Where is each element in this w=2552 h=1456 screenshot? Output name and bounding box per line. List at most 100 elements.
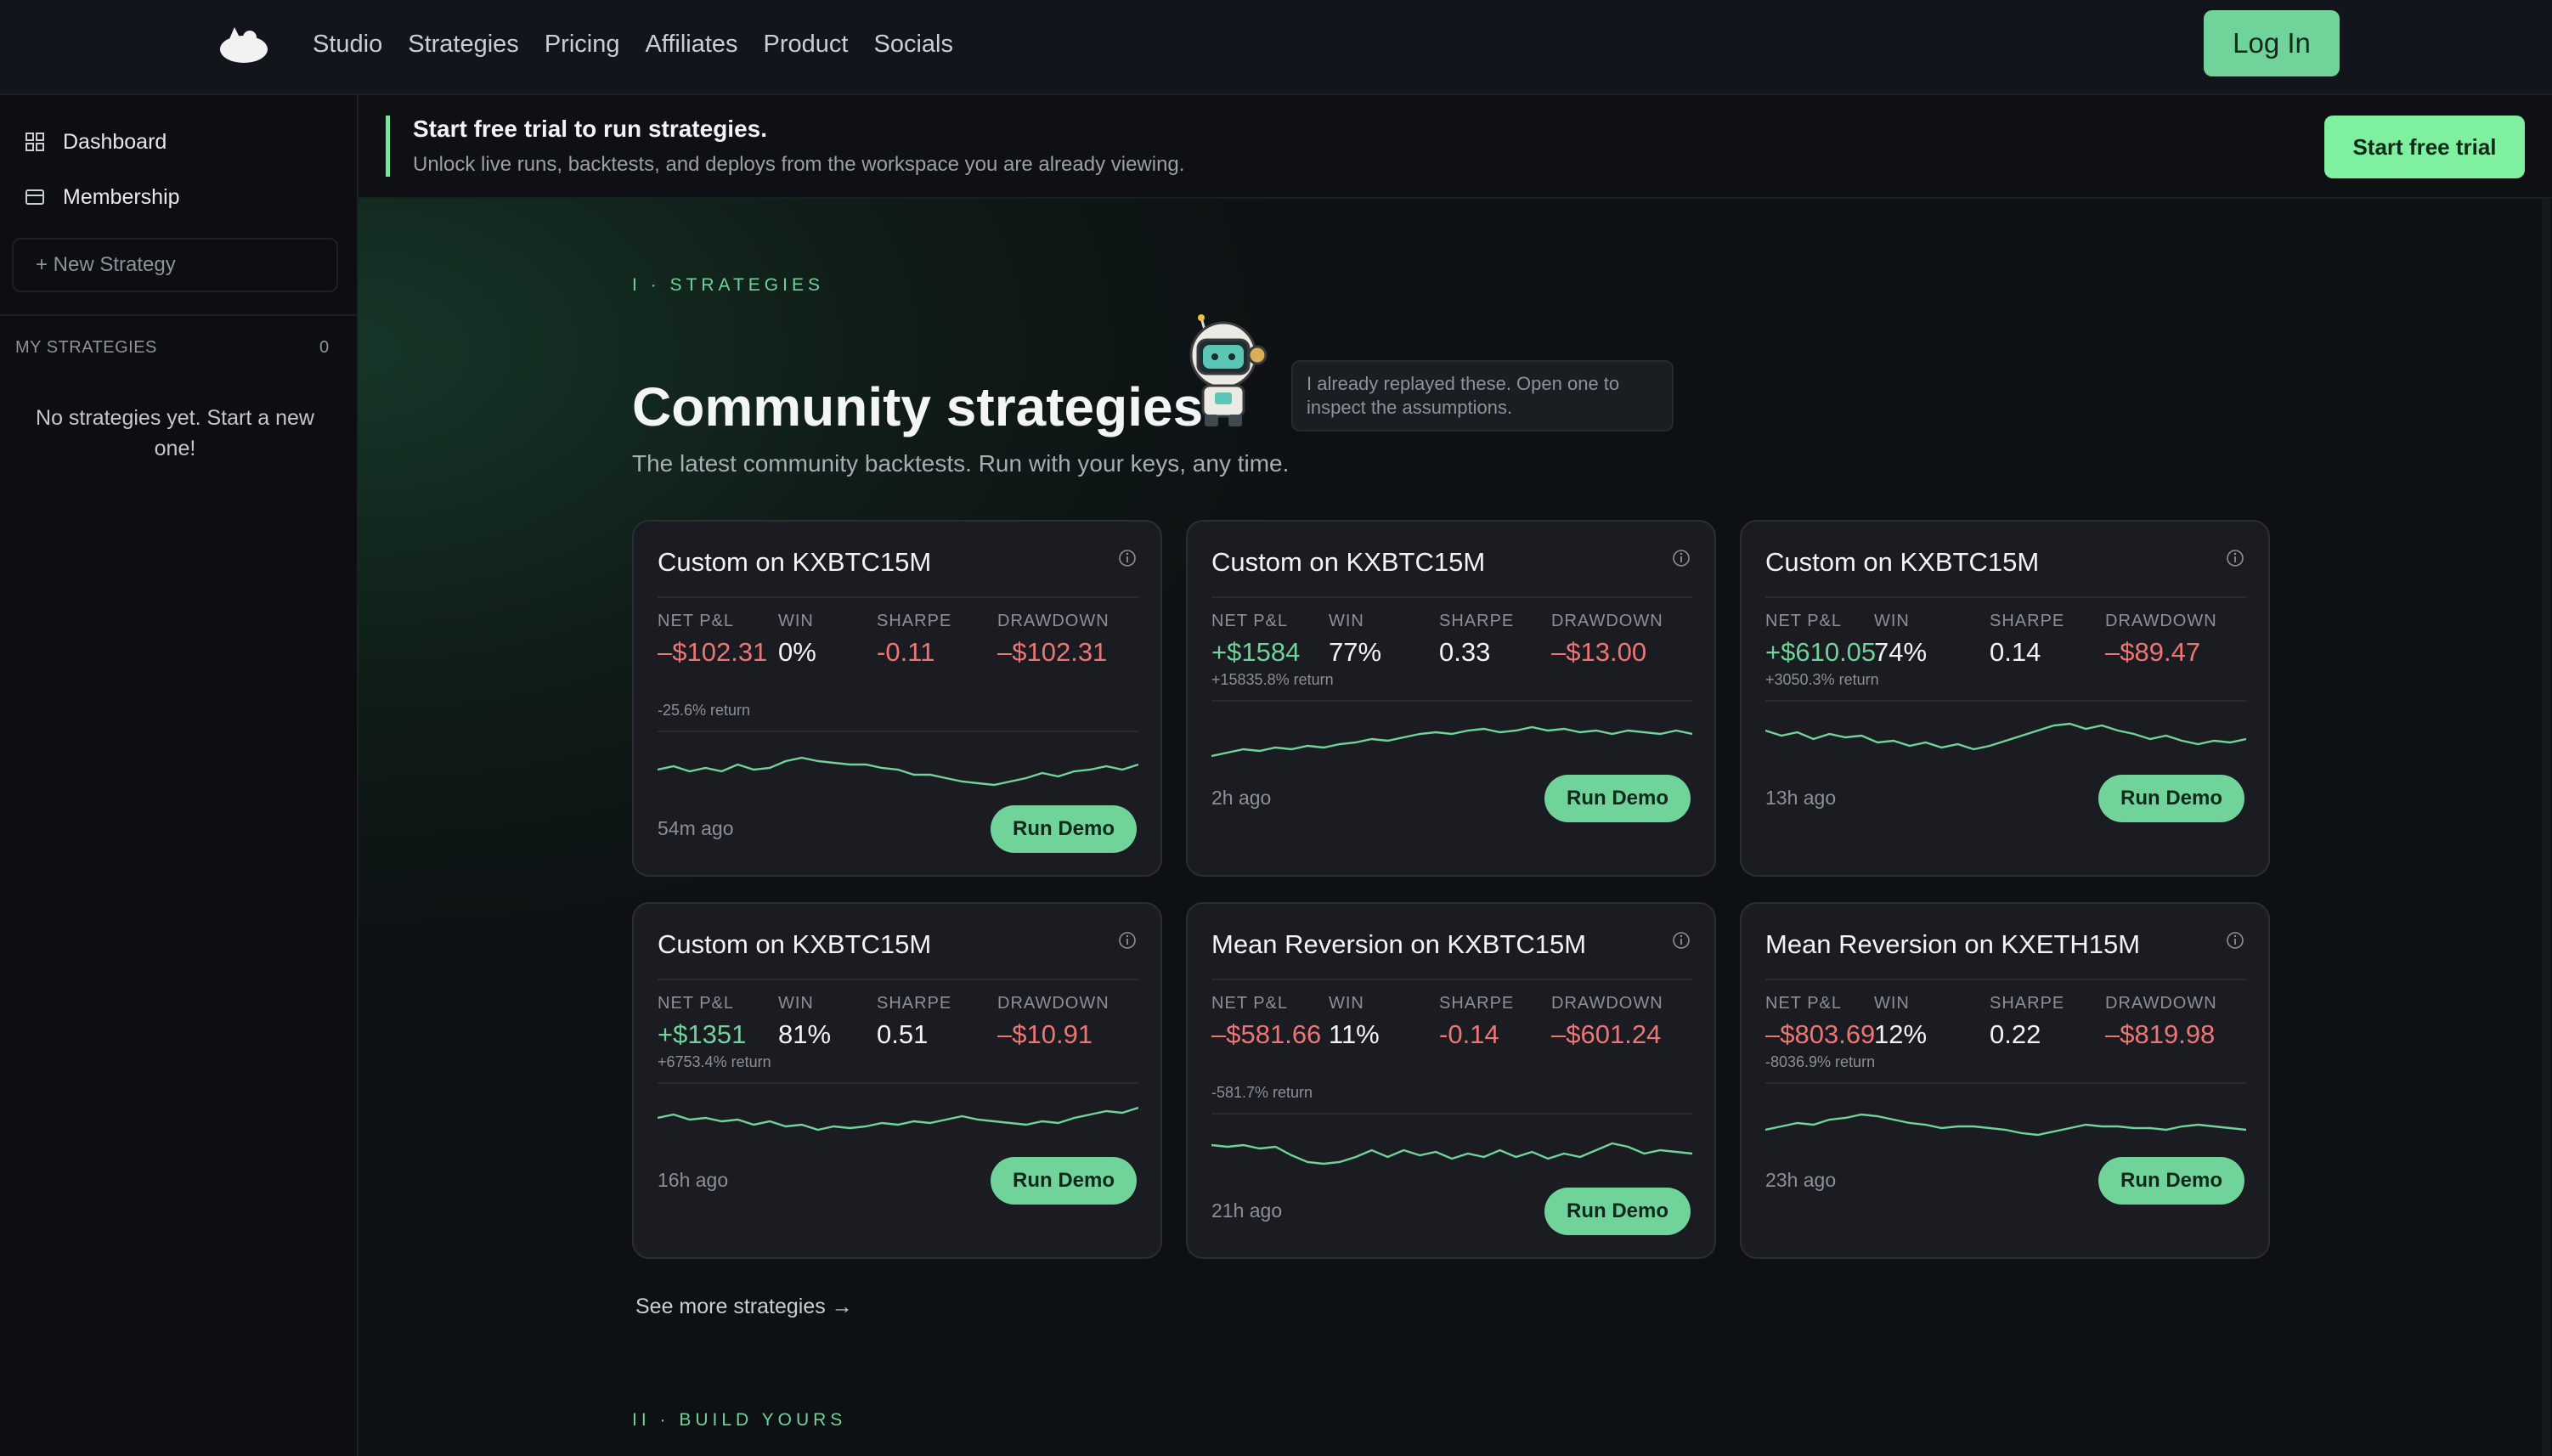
sharpe-label: SHARPE bbox=[1439, 994, 1515, 1013]
card-divider bbox=[1765, 596, 2246, 598]
card-icon bbox=[25, 189, 44, 205]
sharpe-value: -0.11 bbox=[877, 637, 935, 667]
sparkline-path bbox=[658, 1106, 1138, 1132]
sharpe-label: SHARPE bbox=[877, 612, 952, 630]
card-divider bbox=[1765, 700, 2246, 702]
nav-studio[interactable]: Studio bbox=[313, 31, 382, 59]
astronaut-mascot-icon bbox=[1189, 314, 1268, 426]
see-more-strategies-link[interactable]: See more strategies → bbox=[635, 1295, 853, 1319]
return-percent: -25.6% return bbox=[658, 702, 751, 719]
win-label: WIN bbox=[1874, 994, 1910, 1013]
drawdown-value: –$10.91 bbox=[997, 1019, 1093, 1049]
info-icon[interactable] bbox=[1118, 549, 1137, 567]
start-free-trial-button[interactable]: Start free trial bbox=[2324, 116, 2525, 178]
win-value: 11% bbox=[1329, 1019, 1380, 1049]
strategy-card[interactable]: Custom on KXBTC15M NET P&L WIN SHARPE DR… bbox=[1740, 520, 2270, 877]
card-divider bbox=[1765, 1082, 2246, 1084]
return-percent: -8036.9% return bbox=[1765, 1053, 1876, 1070]
new-strategy-button[interactable]: + New Strategy bbox=[12, 238, 338, 292]
strategy-card[interactable]: Custom on KXBTC15M NET P&L WIN SHARPE DR… bbox=[632, 520, 1162, 877]
run-demo-button[interactable]: Run Demo bbox=[991, 1157, 1137, 1205]
drawdown-value: –$819.98 bbox=[2105, 1019, 2216, 1049]
logo-icon[interactable] bbox=[217, 22, 270, 65]
pnl-label: NET P&L bbox=[1765, 994, 1842, 1013]
win-label: WIN bbox=[778, 612, 814, 630]
run-demo-button[interactable]: Run Demo bbox=[2098, 775, 2244, 822]
sidebar-item-label: Membership bbox=[63, 184, 180, 209]
sharpe-value: 0.33 bbox=[1439, 637, 1491, 667]
my-strategies-count: 0 bbox=[319, 338, 330, 357]
sidebar-item-label: Dashboard bbox=[63, 129, 167, 154]
drawdown-value: –$89.47 bbox=[2105, 637, 2201, 667]
run-demo-button[interactable]: Run Demo bbox=[1544, 775, 1691, 822]
timestamp: 21h ago bbox=[1211, 1199, 1283, 1222]
pnl-label: NET P&L bbox=[1765, 612, 1842, 630]
strategy-card[interactable]: Custom on KXBTC15M NET P&L WIN SHARPE DR… bbox=[1186, 520, 1716, 877]
info-icon[interactable] bbox=[1672, 931, 1691, 950]
main-content: Start free trial to run strategies. Unlo… bbox=[359, 95, 2552, 1456]
card-title: Custom on KXBTC15M bbox=[658, 929, 932, 959]
nav-pricing[interactable]: Pricing bbox=[545, 31, 620, 59]
timestamp: 54m ago bbox=[658, 817, 734, 839]
sharpe-label: SHARPE bbox=[1439, 612, 1515, 630]
my-strategies-label: MY STRATEGIES bbox=[15, 338, 157, 357]
info-icon[interactable] bbox=[2226, 931, 2244, 950]
card-title: Custom on KXBTC15M bbox=[658, 547, 932, 577]
sidebar-item-membership[interactable]: Membership bbox=[25, 176, 180, 218]
info-icon[interactable] bbox=[1118, 931, 1137, 950]
sparkline-path bbox=[1765, 1113, 2246, 1137]
nav-product[interactable]: Product bbox=[764, 31, 849, 59]
sidebar-item-dashboard[interactable]: Dashboard bbox=[25, 121, 167, 163]
win-label: WIN bbox=[1329, 994, 1364, 1013]
section-label-build-yours: II · BUILD YOURS bbox=[632, 1410, 847, 1430]
sharpe-label: SHARPE bbox=[1990, 612, 2065, 630]
drawdown-value: –$102.31 bbox=[997, 637, 1108, 667]
page-subtitle: The latest community backtests. Run with… bbox=[632, 450, 1290, 477]
win-value: 0% bbox=[778, 637, 816, 667]
trial-banner: Start free trial to run strategies. Unlo… bbox=[359, 95, 2552, 199]
pnl-label: NET P&L bbox=[658, 994, 734, 1013]
win-value: 77% bbox=[1329, 637, 1382, 667]
win-value: 74% bbox=[1874, 637, 1928, 667]
nav-affiliates[interactable]: Affiliates bbox=[645, 31, 737, 59]
nav-strategies[interactable]: Strategies bbox=[408, 31, 519, 59]
banner-subtitle: Unlock live runs, backtests, and deploys… bbox=[413, 153, 1185, 176]
strategy-card[interactable]: Custom on KXBTC15M NET P&L WIN SHARPE DR… bbox=[632, 902, 1162, 1259]
pnl-label: NET P&L bbox=[658, 612, 734, 630]
drawdown-value: –$601.24 bbox=[1551, 1019, 1662, 1049]
sidebar: Dashboard Membership + New Strategy MY S… bbox=[0, 95, 359, 1456]
info-icon[interactable] bbox=[1672, 549, 1691, 567]
top-nav: Studio Strategies Pricing Affiliates Pro… bbox=[0, 0, 2552, 95]
run-demo-button[interactable]: Run Demo bbox=[991, 805, 1137, 853]
grid-icon bbox=[25, 133, 44, 151]
pnl-value: +$1584 bbox=[1211, 637, 1301, 667]
banner-title: Start free trial to run strategies. bbox=[413, 116, 768, 142]
run-demo-button[interactable]: Run Demo bbox=[2098, 1157, 2244, 1205]
strategy-card[interactable]: Mean Reversion on KXBTC15M NET P&L WIN S… bbox=[1186, 902, 1716, 1259]
card-divider bbox=[1211, 700, 1692, 702]
timestamp: 23h ago bbox=[1765, 1169, 1837, 1191]
sparkline-chart bbox=[1765, 722, 2246, 751]
strategy-card[interactable]: Mean Reversion on KXETH15M NET P&L WIN S… bbox=[1740, 902, 2270, 1259]
timestamp: 2h ago bbox=[1211, 787, 1272, 809]
run-demo-button[interactable]: Run Demo bbox=[1544, 1188, 1691, 1235]
sparkline-chart bbox=[658, 756, 1138, 787]
win-label: WIN bbox=[1874, 612, 1910, 630]
return-percent: +3050.3% return bbox=[1765, 671, 1879, 688]
card-title: Mean Reversion on KXETH15M bbox=[1765, 929, 2141, 959]
scrollbar[interactable] bbox=[2542, 199, 2550, 1456]
card-divider bbox=[658, 596, 1138, 598]
login-button[interactable]: Log In bbox=[2204, 10, 2340, 76]
info-icon[interactable] bbox=[2226, 549, 2244, 567]
pnl-value: –$581.66 bbox=[1211, 1019, 1322, 1049]
sharpe-value: 0.22 bbox=[1990, 1019, 2041, 1049]
sharpe-value: 0.14 bbox=[1990, 637, 2041, 667]
card-divider bbox=[658, 1082, 1138, 1084]
win-label: WIN bbox=[778, 994, 814, 1013]
pnl-value: +$1351 bbox=[658, 1019, 747, 1049]
sparkline-path bbox=[1211, 1142, 1692, 1165]
card-divider bbox=[1765, 979, 2246, 980]
nav-socials[interactable]: Socials bbox=[874, 31, 954, 59]
return-percent: +6753.4% return bbox=[658, 1053, 771, 1070]
sparkline-chart bbox=[1211, 1142, 1692, 1165]
